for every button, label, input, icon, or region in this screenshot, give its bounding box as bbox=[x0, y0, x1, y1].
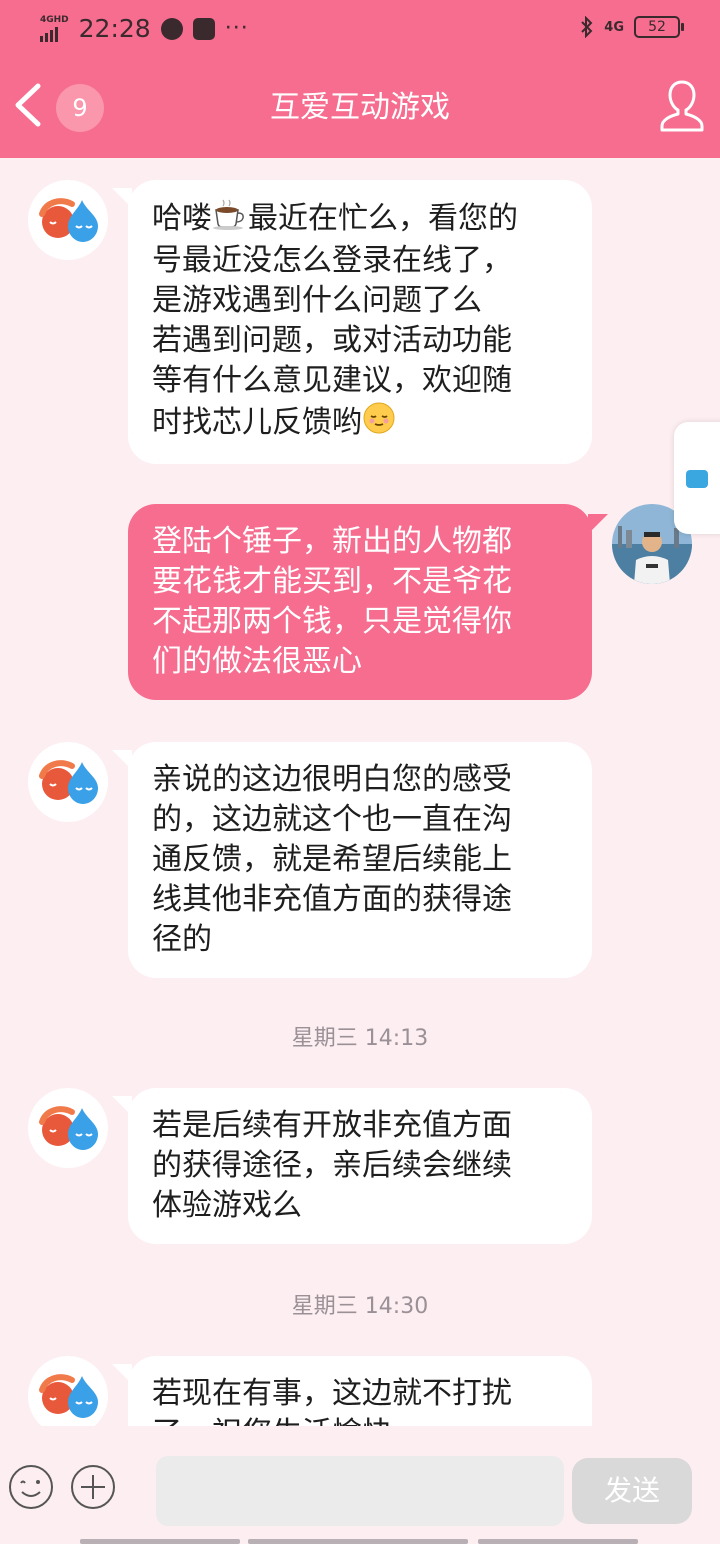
media-icon bbox=[192, 17, 215, 40]
message-bubble-agent[interactable]: 若现在有事，这边就不打扰 了，祝您生活愉快 bbox=[128, 1356, 592, 1426]
signal-bars-icon bbox=[40, 26, 58, 42]
timestamp: 星期三 14:13 bbox=[291, 1026, 429, 1051]
bluetooth-icon bbox=[581, 16, 593, 38]
floating-widget-icon bbox=[686, 470, 708, 488]
floating-side-tab[interactable] bbox=[674, 422, 720, 534]
more-notifications-icon: ··· bbox=[224, 16, 249, 41]
message-line: 不起那两个钱，只是觉得你 bbox=[152, 604, 512, 639]
profile-icon[interactable] bbox=[658, 78, 706, 134]
mascot-icon bbox=[39, 760, 98, 804]
message-bubble-agent[interactable]: 亲说的这边很明白您的感受 的，这边就这个也一直在沟 通反馈，就是希望后续能上 线… bbox=[128, 742, 592, 978]
agent-avatar[interactable] bbox=[28, 1088, 108, 1168]
message-line: 若遇到问题，或对活动功能 bbox=[152, 323, 512, 358]
message-line: 是游戏遇到什么问题了么 bbox=[152, 283, 482, 318]
signal-indicator: 4GHD bbox=[40, 14, 69, 42]
agent-avatar[interactable] bbox=[28, 180, 108, 260]
relieved-face-emoji-icon bbox=[362, 401, 396, 446]
status-left: 4GHD 22:28 ··· bbox=[40, 14, 249, 43]
message-bubble-mine[interactable]: 登陆个锤子，新出的人物都 要花钱才能买到，不是爷花 不起那两个钱，只是觉得你 们… bbox=[128, 504, 592, 700]
message-line: 时找芯儿反馈哟 bbox=[152, 401, 568, 446]
agent-avatar[interactable] bbox=[28, 1356, 108, 1426]
message-line: 线其他非充值方面的获得途 bbox=[152, 882, 512, 917]
nav-hint-bar bbox=[478, 1539, 638, 1544]
message-line: 等有什么意见建议，欢迎随 bbox=[152, 363, 512, 398]
message-line: 体验游戏么 bbox=[152, 1188, 302, 1223]
nav-bar: 9 互爱互动游戏 bbox=[0, 56, 720, 158]
chat-list[interactable]: 哈喽 最近在忙么，看您的 号最近没怎么登录在线了， 是游戏遇到什么问题了么 若遇到… bbox=[0, 158, 720, 1426]
message-line: 哈喽 最近在忙么，看您的 bbox=[152, 198, 568, 241]
input-bar: 发送 bbox=[0, 1426, 720, 1544]
message-line: 的获得途径，亲后续会继续 bbox=[152, 1148, 512, 1183]
network-type: 4GHD bbox=[40, 14, 69, 25]
message-bubble-agent[interactable]: 若是后续有开放非充值方面 的获得途径，亲后续会继续 体验游戏么 bbox=[128, 1088, 592, 1244]
page-title: 互爱互动游戏 bbox=[270, 90, 450, 125]
battery-icon: 52 bbox=[634, 16, 684, 38]
status-time: 22:28 bbox=[78, 14, 151, 43]
agent-avatar[interactable] bbox=[28, 742, 108, 822]
message-line: 的，这边就这个也一直在沟 bbox=[152, 802, 512, 837]
message-input[interactable] bbox=[156, 1456, 564, 1526]
message-line: 们的做法很恶心 bbox=[152, 644, 362, 679]
message-line: 登陆个锤子，新出的人物都 bbox=[152, 524, 512, 559]
message-line: 若是后续有开放非充值方面 bbox=[152, 1108, 512, 1143]
speed-icon bbox=[160, 17, 183, 40]
coffee-emoji-icon bbox=[212, 198, 248, 241]
message-text: 哈喽 bbox=[152, 201, 212, 236]
back-arrow-icon[interactable] bbox=[10, 82, 46, 128]
plus-button-icon[interactable] bbox=[70, 1464, 116, 1510]
nav-hint-bar bbox=[80, 1539, 240, 1544]
message-text: 最近在忙么，看您的 bbox=[248, 201, 518, 236]
timestamp: 星期三 14:30 bbox=[291, 1294, 429, 1319]
unread-count-badge[interactable]: 9 bbox=[56, 84, 104, 132]
message-line: 亲说的这边很明白您的感受 bbox=[152, 762, 512, 797]
send-button[interactable]: 发送 bbox=[572, 1458, 692, 1524]
message-line: 径的 bbox=[152, 922, 212, 957]
nav-hint-bar bbox=[248, 1539, 468, 1544]
mascot-icon bbox=[39, 1106, 98, 1150]
message-line: 若现在有事，这边就不打扰 bbox=[152, 1376, 512, 1411]
emoji-button-icon[interactable] bbox=[8, 1464, 54, 1510]
mobile-data-label: 4G bbox=[604, 19, 624, 35]
message-bubble-agent[interactable]: 哈喽 最近在忙么，看您的 号最近没怎么登录在线了， 是游戏遇到什么问题了么 若遇到… bbox=[128, 180, 592, 464]
mascot-icon bbox=[39, 198, 98, 242]
message-line: 要花钱才能买到，不是爷花 bbox=[152, 564, 512, 599]
top-bar: 4GHD 22:28 ··· 4G 52 9 互爱互动游戏 bbox=[0, 0, 720, 158]
status-right: 4G 52 bbox=[580, 16, 684, 38]
message-line: 号最近没怎么登录在线了， bbox=[152, 243, 512, 278]
mascot-icon bbox=[39, 1374, 98, 1418]
message-line: 了，祝您生活愉快 bbox=[152, 1414, 568, 1426]
message-text: 时找芯儿反馈哟 bbox=[152, 405, 362, 440]
message-line: 通反馈，就是希望后续能上 bbox=[152, 842, 512, 877]
status-bar: 4GHD 22:28 ··· 4G 52 bbox=[0, 0, 720, 56]
